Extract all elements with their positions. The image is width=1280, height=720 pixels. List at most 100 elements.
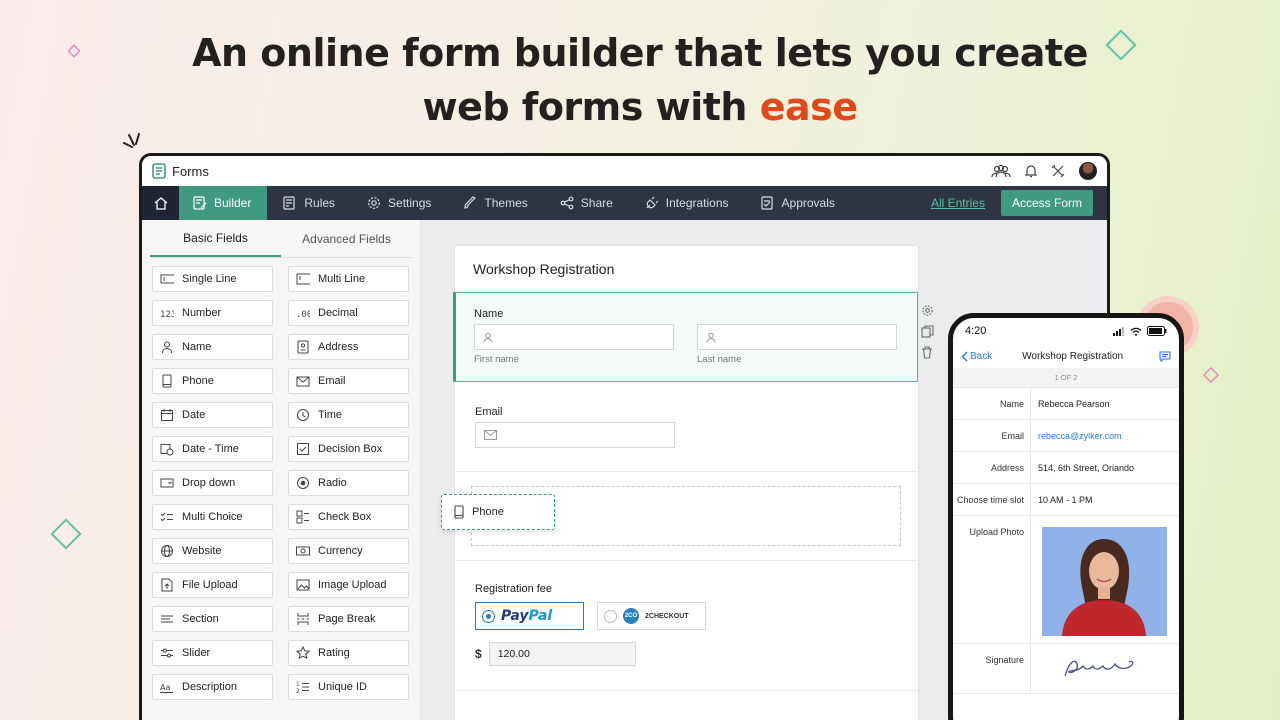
last-name-input[interactable]	[697, 324, 897, 350]
field-type-name[interactable]: Name	[152, 334, 273, 360]
last-name-group: Last name	[697, 324, 897, 365]
nav-approvals[interactable]: Approvals	[745, 186, 851, 220]
comment-icon[interactable]	[1159, 350, 1171, 362]
nav-builder-label: Builder	[214, 196, 252, 210]
address-icon	[297, 340, 309, 354]
field-type-label: Time	[318, 409, 343, 421]
field-type-image-upload[interactable]: Image Upload	[288, 572, 409, 598]
nav-share[interactable]: Share	[544, 186, 629, 220]
field-type-label: Phone	[182, 375, 214, 387]
field-type-label: Date - Time	[182, 443, 239, 455]
page-indicator: 1 OF 2	[953, 368, 1179, 388]
image-upload-icon	[296, 579, 310, 591]
duplicate-icon[interactable]	[921, 325, 934, 338]
field-type-unique-id[interactable]: 1 2 Unique ID	[288, 674, 409, 700]
email-field-block[interactable]: Email	[455, 382, 918, 472]
field-type-label: Unique ID	[318, 681, 367, 693]
multi-choice-icon	[160, 512, 173, 522]
back-button[interactable]: Back	[961, 351, 992, 362]
entry-row-address: Address 514, 6th Street, Oriando	[953, 452, 1179, 484]
check-box-icon	[296, 510, 309, 524]
checkbox-icon	[297, 443, 309, 455]
photo-cell	[1031, 516, 1179, 643]
nav-approvals-label: Approvals	[781, 196, 835, 210]
field-type-decision-box[interactable]: Decision Box	[288, 436, 409, 462]
2checkout-option[interactable]: 2CO 2CHECKOUT	[597, 602, 706, 630]
field-type-number[interactable]: 123 Number	[152, 300, 273, 326]
field-type-time[interactable]: Time	[288, 402, 409, 428]
signal-icon	[1113, 326, 1124, 336]
field-type-rating[interactable]: Rating	[288, 640, 409, 666]
field-type-label: Currency	[318, 545, 363, 557]
headline-line-2: web forms with ease	[0, 80, 1280, 134]
field-type-decimal[interactable]: .00 Decimal	[288, 300, 409, 326]
chevron-left-icon	[961, 350, 968, 362]
field-type-slider[interactable]: Slider	[152, 640, 273, 666]
first-name-group: First name	[474, 324, 674, 365]
paypal-option[interactable]: PayPal	[475, 602, 584, 630]
field-type-label: Section	[182, 613, 219, 625]
field-type-section[interactable]: Section	[152, 606, 273, 632]
nav-home[interactable]	[142, 186, 179, 220]
nav-integrations[interactable]: Integrations	[629, 186, 745, 220]
field-type-email[interactable]: Email	[288, 368, 409, 394]
field-type-description[interactable]: Aa Description	[152, 674, 273, 700]
trash-icon[interactable]	[921, 346, 933, 359]
field-type-date[interactable]: Date	[152, 402, 273, 428]
nav-share-label: Share	[580, 196, 613, 210]
row-value-email-link[interactable]: rebecca@zylker.com	[1031, 420, 1179, 451]
email-input[interactable]	[475, 422, 675, 448]
tab-basic-fields[interactable]: Basic Fields	[150, 220, 281, 257]
field-type-label: Slider	[182, 647, 211, 659]
field-type-page-break[interactable]: Page Break	[288, 606, 409, 632]
nav-themes[interactable]: Themes	[447, 186, 543, 220]
access-form-button[interactable]: Access Form	[1000, 190, 1093, 216]
profile-photo[interactable]	[1042, 527, 1167, 636]
tools-icon[interactable]	[1051, 164, 1065, 178]
field-type-check-box[interactable]: Check Box	[288, 504, 409, 530]
bell-icon[interactable]	[1025, 164, 1037, 178]
dragging-phone-field[interactable]: Phone	[441, 494, 555, 530]
field-type-address[interactable]: Address	[288, 334, 409, 360]
tab-advanced-fields[interactable]: Advanced Fields	[281, 220, 412, 257]
field-settings-gear-icon[interactable]	[921, 304, 934, 317]
share-icon	[560, 196, 574, 210]
field-type-phone[interactable]: Phone	[152, 368, 273, 394]
nav-settings[interactable]: Settings	[351, 186, 447, 220]
field-type-multi-line[interactable]: Multi Line	[288, 266, 409, 292]
field-type-multi-choice[interactable]: Multi Choice	[152, 504, 273, 530]
dragging-phone-label: Phone	[472, 506, 504, 518]
field-type-date-time[interactable]: Date - Time	[152, 436, 273, 462]
avatar[interactable]	[1079, 162, 1097, 180]
headline-line-1: An online form builder that lets you cre…	[192, 31, 1088, 75]
name-field-block[interactable]: Name First name Last name	[453, 292, 918, 382]
paypal-logo-pal: Pal	[528, 608, 553, 624]
field-type-currency[interactable]: Currency	[288, 538, 409, 564]
status-icons	[1113, 326, 1167, 336]
amount-input[interactable]: 120.00	[488, 642, 636, 666]
description-icon: Aa	[160, 683, 173, 693]
payment-field-block[interactable]: Registration fee PayPal 2CO 2CHECKOUT $	[455, 561, 918, 691]
nav-builder[interactable]: Builder	[179, 186, 268, 220]
currency-icon	[296, 546, 310, 556]
nav-rules[interactable]: Rules	[267, 186, 351, 220]
brush-icon	[464, 196, 477, 209]
row-key: Upload Photo	[953, 516, 1031, 643]
field-type-radio[interactable]: Radio	[288, 470, 409, 496]
form-title[interactable]: Workshop Registration	[455, 246, 918, 292]
name-label: Name	[474, 308, 504, 320]
phone-time: 4:20	[965, 325, 987, 337]
first-name-input[interactable]	[474, 324, 674, 350]
users-icon[interactable]	[991, 164, 1011, 178]
brand[interactable]: Forms	[152, 163, 209, 179]
paypal-radio[interactable]	[482, 609, 495, 623]
row-value: Rebecca Pearson	[1038, 399, 1110, 409]
all-entries-link[interactable]: All Entries	[931, 196, 985, 210]
diamond-decoration-icon	[1105, 29, 1137, 61]
field-type-file-upload[interactable]: File Upload	[152, 572, 273, 598]
field-type-website[interactable]: Website	[152, 538, 273, 564]
field-type-single-line[interactable]: Single Line	[152, 266, 273, 292]
field-type-drop-down[interactable]: Drop down	[152, 470, 273, 496]
field-type-label: Email	[318, 375, 346, 387]
2checkout-radio[interactable]	[604, 609, 617, 623]
